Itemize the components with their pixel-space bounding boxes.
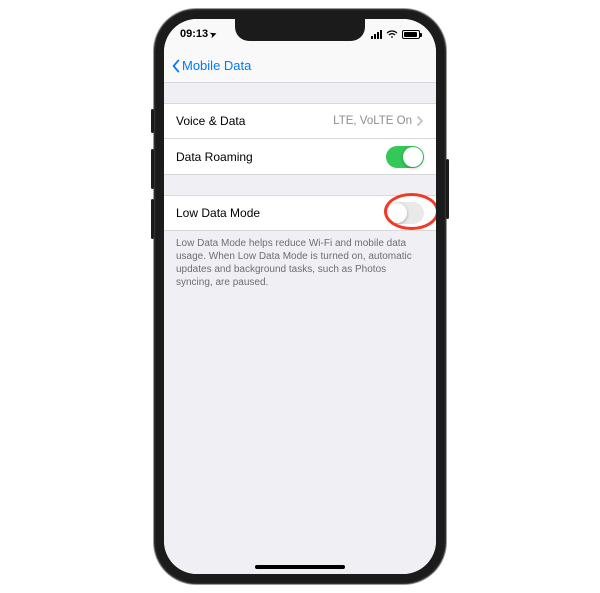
status-left: 09:13 ➤ bbox=[180, 28, 217, 40]
location-icon: ➤ bbox=[209, 29, 218, 40]
wifi-icon bbox=[386, 30, 398, 39]
status-right bbox=[371, 30, 420, 39]
settings-content[interactable]: Voice & Data LTE, VoLTE On Data Roaming … bbox=[164, 83, 436, 574]
notch bbox=[235, 19, 365, 41]
low-data-mode-toggle[interactable] bbox=[386, 202, 424, 224]
phone-frame: 09:13 ➤ Mobile Data bbox=[154, 9, 446, 584]
screen: 09:13 ➤ Mobile Data bbox=[164, 19, 436, 574]
row-data-roaming: Data Roaming bbox=[164, 139, 436, 175]
nav-bar: Mobile Data bbox=[164, 49, 436, 83]
data-roaming-label: Data Roaming bbox=[176, 150, 386, 164]
home-indicator[interactable] bbox=[255, 565, 345, 569]
power-button bbox=[446, 159, 449, 219]
row-low-data-mode: Low Data Mode bbox=[164, 195, 436, 231]
toggle-knob bbox=[387, 203, 407, 223]
volume-up-button bbox=[151, 149, 154, 189]
cellular-signal-icon bbox=[371, 30, 382, 39]
back-button[interactable]: Mobile Data bbox=[170, 58, 251, 74]
status-time: 09:13 bbox=[180, 28, 208, 40]
group-low-data: Low Data Mode Low Data Mode helps reduce… bbox=[164, 195, 436, 289]
back-label: Mobile Data bbox=[182, 58, 251, 73]
chevron-left-icon bbox=[170, 58, 182, 74]
row-voice-and-data[interactable]: Voice & Data LTE, VoLTE On bbox=[164, 103, 436, 139]
group-voice-roaming: Voice & Data LTE, VoLTE On Data Roaming bbox=[164, 103, 436, 175]
voice-data-label: Voice & Data bbox=[176, 114, 333, 128]
volume-down-button bbox=[151, 199, 154, 239]
voice-data-value: LTE, VoLTE On bbox=[333, 115, 412, 127]
low-data-mode-footer: Low Data Mode helps reduce Wi-Fi and mob… bbox=[164, 231, 436, 289]
toggle-knob bbox=[403, 147, 423, 167]
chevron-right-icon bbox=[416, 115, 424, 127]
data-roaming-toggle[interactable] bbox=[386, 146, 424, 168]
mute-switch bbox=[151, 109, 154, 133]
low-data-mode-label: Low Data Mode bbox=[176, 206, 386, 220]
battery-icon bbox=[402, 30, 420, 39]
